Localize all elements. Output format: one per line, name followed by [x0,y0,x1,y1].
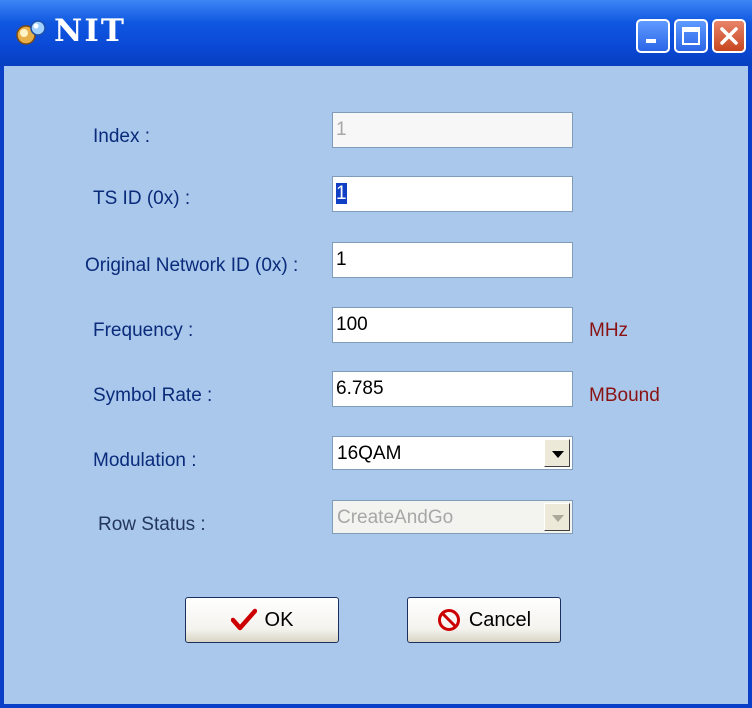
app-icon [16,20,46,45]
close-button[interactable] [712,19,746,53]
frequency-unit: MHz [589,320,629,341]
minimize-icon [646,39,656,43]
modulation-select[interactable]: 16QAM [332,436,573,470]
symbol-rate-field[interactable]: 6.785 [332,371,573,407]
ts-id-label: TS ID (0x) : [93,188,191,209]
original-network-id-field[interactable]: 1 [332,242,573,278]
maximize-button[interactable] [674,19,708,53]
modulation-dropdown-button[interactable] [544,439,570,467]
index-value: 1 [336,119,347,140]
cancel-button[interactable]: Cancel [407,597,561,643]
modulation-value: 16QAM [337,443,402,464]
symbol-rate-unit: MBound [589,385,660,406]
ts-id-value: 1 [336,183,347,204]
frequency-value: 100 [336,314,368,335]
ok-button[interactable]: OK [185,597,339,643]
dialog-window: NIT Index : 1 TS ID (0x) : 1 Original Ne… [0,0,752,708]
index-label: Index : [93,126,151,147]
symbol-rate-label: Symbol Rate : [93,385,213,406]
modulation-label: Modulation : [93,450,197,471]
symbol-rate-value: 6.785 [336,378,384,399]
original-network-id-label: Original Network ID (0x) : [85,255,299,276]
ts-id-field[interactable]: 1 [332,176,573,212]
row-status-value: CreateAndGo [337,507,454,528]
window-title: NIT [54,13,126,49]
row-status-label: Row Status : [98,514,206,535]
original-network-id-value: 1 [336,249,347,270]
frequency-label: Frequency : [93,320,194,341]
maximize-icon [682,27,700,45]
minimize-button[interactable] [636,19,670,53]
title-bar[interactable]: NIT [0,0,752,66]
cancel-icon [437,609,460,631]
frequency-field[interactable]: 100 [332,307,573,343]
ok-label: OK [264,608,294,631]
index-field: 1 [332,112,573,148]
row-status-select: CreateAndGo [332,500,573,534]
checkmark-icon [230,608,257,631]
close-icon [720,27,738,45]
cancel-label: Cancel [468,608,532,631]
row-status-dropdown-button [544,503,570,531]
